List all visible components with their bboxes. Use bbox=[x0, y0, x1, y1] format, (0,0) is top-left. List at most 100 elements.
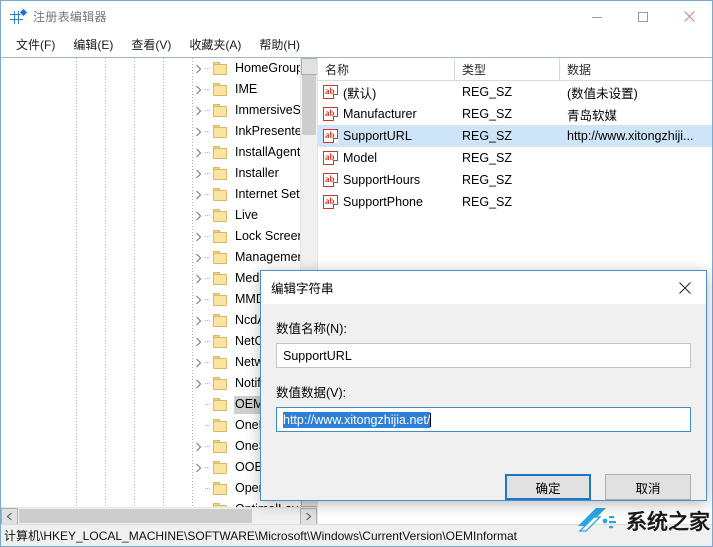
close-button[interactable] bbox=[666, 1, 712, 32]
value-name-label: 数值名称(N): bbox=[276, 322, 347, 336]
chevron-right-icon[interactable] bbox=[191, 373, 205, 394]
tree-node[interactable]: NetCache bbox=[1, 331, 300, 352]
tree-connector-line bbox=[205, 268, 213, 289]
tree-node[interactable]: OneSettings bbox=[1, 436, 300, 457]
status-bar: 计算机\HKEY_LOCAL_MACHINE\SOFTWARE\Microsof… bbox=[1, 524, 712, 546]
chevron-right-icon[interactable] bbox=[191, 163, 205, 184]
chevron-right-icon[interactable] bbox=[191, 310, 205, 331]
tree-node[interactable]: HomeGroup bbox=[1, 58, 300, 79]
menu-help[interactable]: 帮助(H) bbox=[250, 33, 309, 56]
folder-icon bbox=[213, 440, 229, 453]
tree-node[interactable]: Installer bbox=[1, 163, 300, 184]
tree-node[interactable]: OpenWith bbox=[1, 478, 300, 499]
chevron-right-icon[interactable] bbox=[191, 79, 205, 100]
string-value-icon bbox=[323, 84, 338, 99]
tree-connector-line bbox=[205, 457, 213, 478]
tree-node[interactable]: InstallAgent bbox=[1, 142, 300, 163]
tree-node[interactable]: Notifications bbox=[1, 373, 300, 394]
folder-icon bbox=[213, 83, 229, 96]
tree-node[interactable]: OptimalLayout bbox=[1, 499, 300, 507]
values-list-row[interactable]: Manufacturer REG_SZ 青岛软媒 bbox=[318, 103, 712, 125]
value-name-cell: Model bbox=[318, 151, 455, 165]
string-value-icon bbox=[323, 107, 338, 121]
tree-scroll-up-button[interactable] bbox=[301, 58, 317, 75]
values-list-row[interactable]: SupportHours REG_SZ bbox=[318, 169, 712, 191]
chevron-right-icon[interactable] bbox=[191, 142, 205, 163]
window-controls bbox=[574, 1, 712, 32]
chevron-right-icon[interactable] bbox=[191, 100, 205, 121]
chevron-right-icon[interactable] bbox=[191, 121, 205, 142]
dialog-body: 数值名称(N): SupportURL 数值数据(V): http://www.… bbox=[261, 304, 706, 466]
chevron-right-icon[interactable] bbox=[191, 289, 205, 310]
maximize-button[interactable] bbox=[620, 1, 666, 32]
tree-horizontal-scrollbar[interactable] bbox=[1, 507, 317, 524]
chevron-right-icon[interactable] bbox=[191, 331, 205, 352]
tree-node[interactable]: MMDevices bbox=[1, 289, 300, 310]
tree-node[interactable]: OOBE bbox=[1, 457, 300, 478]
tree-node[interactable]: InkPresenter bbox=[1, 121, 300, 142]
tree-node[interactable]: Media Center bbox=[1, 268, 300, 289]
column-header-type[interactable]: 类型 bbox=[455, 58, 560, 80]
values-list-row[interactable]: (默认) REG_SZ (数值未设置) bbox=[318, 81, 712, 103]
tree-node-spacer bbox=[191, 415, 205, 436]
tree-scroll-right-button[interactable] bbox=[300, 508, 317, 524]
column-header-name[interactable]: 名称 bbox=[318, 58, 455, 80]
menu-view[interactable]: 查看(V) bbox=[122, 33, 180, 56]
cancel-button[interactable]: 取消 bbox=[605, 474, 691, 500]
value-data-input[interactable]: http://www.xitongzhijia.net/ bbox=[276, 407, 691, 432]
chevron-right-icon[interactable] bbox=[191, 205, 205, 226]
values-list-row[interactable]: SupportURL REG_SZ http://www.xitongzhiji..… bbox=[318, 125, 712, 147]
minimize-button[interactable] bbox=[574, 1, 620, 32]
value-name-cell: (默认) bbox=[318, 83, 455, 102]
tree-node[interactable]: Lock Screen bbox=[1, 226, 300, 247]
column-header-data[interactable]: 数据 bbox=[560, 58, 712, 80]
tree-node[interactable]: Management Infr bbox=[1, 247, 300, 268]
tree-node[interactable]: Live bbox=[1, 205, 300, 226]
dialog-footer: 确定 取消 bbox=[261, 466, 706, 500]
tree-hscrollbar-thumb[interactable] bbox=[19, 509, 252, 523]
chevron-right-icon[interactable] bbox=[191, 457, 205, 478]
tree-connector-line bbox=[205, 163, 213, 184]
tree-node[interactable]: IME bbox=[1, 79, 300, 100]
tree-scrollbar-thumb[interactable] bbox=[302, 75, 316, 135]
folder-icon bbox=[213, 167, 229, 180]
ok-button[interactable]: 确定 bbox=[505, 474, 591, 500]
chevron-right-icon[interactable] bbox=[191, 352, 205, 373]
menu-bar: 文件(F) 编辑(E) 查看(V) 收藏夹(A) 帮助(H) bbox=[1, 32, 712, 57]
chevron-right-icon[interactable] bbox=[191, 58, 205, 79]
value-name-cell: SupportHours bbox=[318, 173, 455, 187]
chevron-right-icon[interactable] bbox=[191, 184, 205, 205]
menu-favorites[interactable]: 收藏夹(A) bbox=[180, 33, 250, 56]
registry-tree[interactable]: HomeGroup IME ImmersiveShell InkPresenter In… bbox=[1, 58, 300, 507]
tree-connector-line bbox=[205, 499, 213, 507]
folder-icon bbox=[213, 230, 229, 243]
tree-node[interactable]: OEMInformation bbox=[1, 394, 300, 415]
chevron-right-icon[interactable] bbox=[191, 268, 205, 289]
value-name-input[interactable]: SupportURL bbox=[276, 343, 691, 368]
values-list-row[interactable]: Model REG_SZ bbox=[318, 147, 712, 169]
string-value-icon bbox=[323, 173, 338, 187]
tree-node[interactable]: NcdAutoSetup bbox=[1, 310, 300, 331]
tree-scroll-left-button[interactable] bbox=[1, 508, 18, 524]
value-name-text: Manufacturer bbox=[343, 107, 417, 121]
tree-node[interactable]: Internet Settings bbox=[1, 184, 300, 205]
menu-edit[interactable]: 编辑(E) bbox=[64, 33, 122, 56]
value-name-text: (默认) bbox=[343, 86, 377, 101]
menu-file[interactable]: 文件(F) bbox=[7, 33, 64, 56]
tree-node-spacer bbox=[191, 478, 205, 499]
dialog-close-button[interactable] bbox=[664, 271, 706, 304]
tree-node[interactable]: OneDriveRamps bbox=[1, 415, 300, 436]
value-type-cell: REG_SZ bbox=[462, 129, 513, 143]
tree-connector-line bbox=[205, 415, 213, 436]
tree-node[interactable]: ImmersiveShell bbox=[1, 100, 300, 121]
value-type-cell: REG_SZ bbox=[462, 195, 513, 209]
tree-node[interactable]: NetworkServiceTr bbox=[1, 352, 300, 373]
tree-connector-line bbox=[205, 79, 213, 100]
chevron-right-icon[interactable] bbox=[191, 247, 205, 268]
chevron-right-icon[interactable] bbox=[191, 226, 205, 247]
values-list-row[interactable]: SupportPhone REG_SZ bbox=[318, 191, 712, 213]
tree-connector-line bbox=[205, 142, 213, 163]
values-list[interactable]: (默认) REG_SZ (数值未设置) Manufacturer REG_SZ 青岛软媒 S… bbox=[318, 81, 712, 213]
chevron-right-icon[interactable] bbox=[191, 436, 205, 457]
text-caret bbox=[430, 412, 432, 427]
